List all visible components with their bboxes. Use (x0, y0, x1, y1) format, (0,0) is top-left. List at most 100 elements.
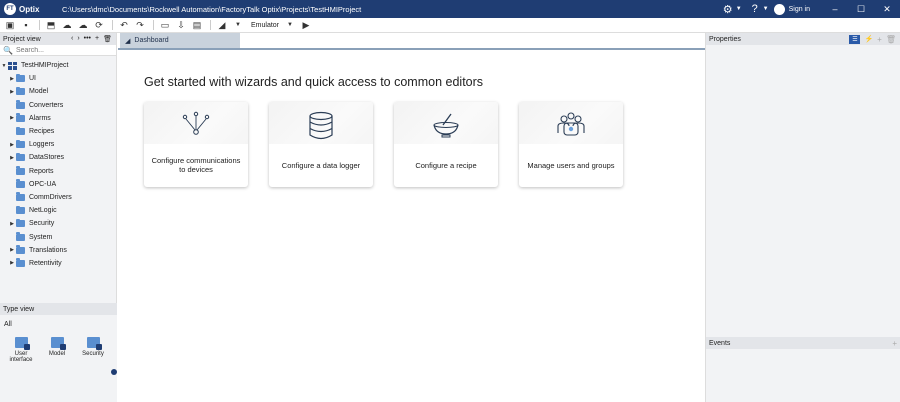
folder-icon (16, 73, 25, 83)
export-icon[interactable]: ⇩ (174, 19, 188, 32)
type-filter[interactable]: All (0, 315, 117, 331)
chevron-down-icon[interactable]: ▼ (283, 19, 297, 32)
tree-item-recipes[interactable]: Recipes (0, 125, 116, 138)
card-recipe[interactable]: Configure a recipe (394, 102, 498, 187)
editor-area: ◢ Dashboard Get started with wizards and… (118, 33, 705, 402)
list-view-icon[interactable]: ☰ (849, 34, 861, 44)
tree-item-security[interactable]: ▶ Security (0, 217, 116, 230)
database-icon (309, 111, 333, 140)
scroll-handle[interactable] (111, 369, 117, 375)
title-bar: FT Optix C:\Users\dmc\Documents\Rockwell… (0, 0, 900, 18)
chevron-down-icon[interactable]: ▼ (231, 19, 245, 32)
delete-icon[interactable]: 🗑 (103, 35, 112, 43)
tree-item-label: OPC-UA (29, 180, 57, 188)
folder-icon (16, 166, 25, 175)
add-icon[interactable]: + (892, 339, 897, 348)
folder-icon (16, 205, 25, 215)
chevron-right-icon[interactable]: ▶ (8, 115, 16, 121)
app-name: Optix (19, 4, 40, 14)
tree-item-label: NetLogic (29, 207, 57, 215)
tab-dashboard[interactable]: ◢ Dashboard (120, 33, 240, 48)
card-users-groups[interactable]: Manage users and groups (519, 102, 623, 187)
divider (153, 20, 154, 30)
add-icon[interactable]: + (95, 35, 99, 43)
tree-item-opc-ua[interactable]: OPC-UA (0, 178, 116, 191)
tree-item-commdrivers[interactable]: CommDrivers (0, 191, 116, 204)
folder-icon (16, 100, 25, 109)
tree-item-retentivity[interactable]: ▶ Retentivity (0, 257, 116, 270)
chevron-right-icon[interactable]: ▶ (8, 260, 16, 266)
type-user-interface[interactable]: User interface (6, 337, 36, 363)
tree-item-netlogic[interactable]: NetLogic (0, 204, 116, 217)
build-icon[interactable]: ◢ (215, 19, 229, 32)
tree-item-system[interactable]: System (0, 230, 116, 243)
tree-item-converters[interactable]: Converters (0, 99, 116, 112)
sync-icon[interactable]: ⟳ (92, 19, 106, 32)
divider (112, 20, 113, 30)
folder-icon[interactable]: ▭ (158, 19, 172, 32)
type-item-label: Security (82, 351, 104, 357)
card-communications[interactable]: Configure communications to devices (144, 102, 248, 187)
tree-item-model[interactable]: ▶ Model (0, 85, 116, 98)
folder-icon (16, 192, 25, 201)
card-label: Configure a data logger (281, 160, 361, 170)
card-label: Configure communications to devices (151, 156, 241, 174)
type-model[interactable]: Model (42, 337, 72, 363)
tree-item-alarms[interactable]: ▶ Alarms (0, 112, 116, 125)
more-icon[interactable]: ••• (84, 35, 91, 43)
chevron-right-icon[interactable]: ▶ (8, 221, 16, 227)
new-project-icon[interactable]: ⬒ (44, 19, 58, 32)
chevron-right-icon[interactable]: ▶ (8, 247, 16, 253)
chevron-right-icon[interactable]: ▶ (8, 76, 16, 82)
chevron-right-icon[interactable]: ▶ (8, 89, 16, 95)
maximize-button[interactable]: ☐ (848, 4, 874, 15)
save-icon[interactable]: ▪ (19, 19, 33, 32)
undo-icon[interactable]: ↶ (117, 19, 131, 32)
chevron-down-icon[interactable]: ▼ (763, 6, 769, 12)
tree-item-ui[interactable]: ▶ UI (0, 72, 116, 85)
chevron-down-icon[interactable]: ▼ (0, 63, 8, 69)
keyboard-icon[interactable]: ▤ (190, 19, 204, 32)
nav-forward-icon[interactable]: › (77, 35, 79, 43)
dashboard-icon: ◢ (125, 37, 131, 45)
nav-back-icon[interactable]: ‹ (71, 35, 73, 43)
tree-item-loggers[interactable]: ▶ Loggers (0, 138, 116, 151)
type-security[interactable]: Security (78, 337, 108, 363)
tree-item-label: Recipes (29, 128, 55, 136)
tree-item-datastores[interactable]: ▶ DataStores (0, 151, 116, 164)
redo-icon[interactable]: ↷ (133, 19, 147, 32)
sign-in-label: Sign in (788, 5, 810, 13)
events-header: Events + (706, 337, 900, 349)
add-icon[interactable]: + (877, 35, 882, 44)
tree-item-label: Model (29, 88, 49, 96)
tab-label: Dashboard (134, 37, 169, 44)
emulator-select[interactable]: Emulator (251, 22, 279, 29)
card-data-logger[interactable]: Configure a data logger (269, 102, 373, 187)
properties-header: Properties ☰ ⚡ + 🗑 (706, 33, 900, 45)
dynamic-link-icon[interactable]: ⚡ (864, 35, 873, 43)
gear-icon[interactable]: ⚙ (720, 1, 736, 17)
close-button[interactable]: ✕ (874, 4, 900, 15)
tree-item-label: Security (29, 220, 55, 228)
run-icon[interactable]: ▶ (299, 19, 313, 32)
search-input[interactable] (15, 46, 116, 54)
tree-item-translations[interactable]: ▶ Translations (0, 244, 116, 257)
tree-item-reports[interactable]: Reports (0, 165, 116, 178)
tree-root[interactable]: ▼ TestHMIProject (0, 59, 116, 72)
help-icon[interactable]: ? (747, 1, 763, 17)
sign-in-button[interactable]: Sign in (773, 3, 810, 15)
chevron-down-icon[interactable]: ▼ (736, 6, 742, 12)
cloud-download-icon[interactable]: ☁ (60, 19, 74, 32)
model-icon (50, 337, 66, 350)
type-view-header: Type view (0, 303, 117, 315)
main-toolbar: ▣ ▪ ⬒ ☁ ☁ ⟳ ↶ ↷ ▭ ⇩ ▤ ◢ ▼ Emulator ▼ ▶ (0, 18, 900, 33)
layout-icon[interactable]: ▣ (3, 19, 17, 32)
chevron-right-icon[interactable]: ▶ (8, 142, 16, 148)
minimize-button[interactable]: – (822, 4, 848, 15)
chevron-right-icon[interactable]: ▶ (8, 155, 16, 161)
cloud-upload-icon[interactable]: ☁ (76, 19, 90, 32)
divider (39, 20, 40, 30)
delete-icon[interactable]: 🗑 (886, 35, 896, 44)
tree-item-label: Converters (29, 101, 64, 109)
type-view-title: Type view (3, 305, 35, 313)
